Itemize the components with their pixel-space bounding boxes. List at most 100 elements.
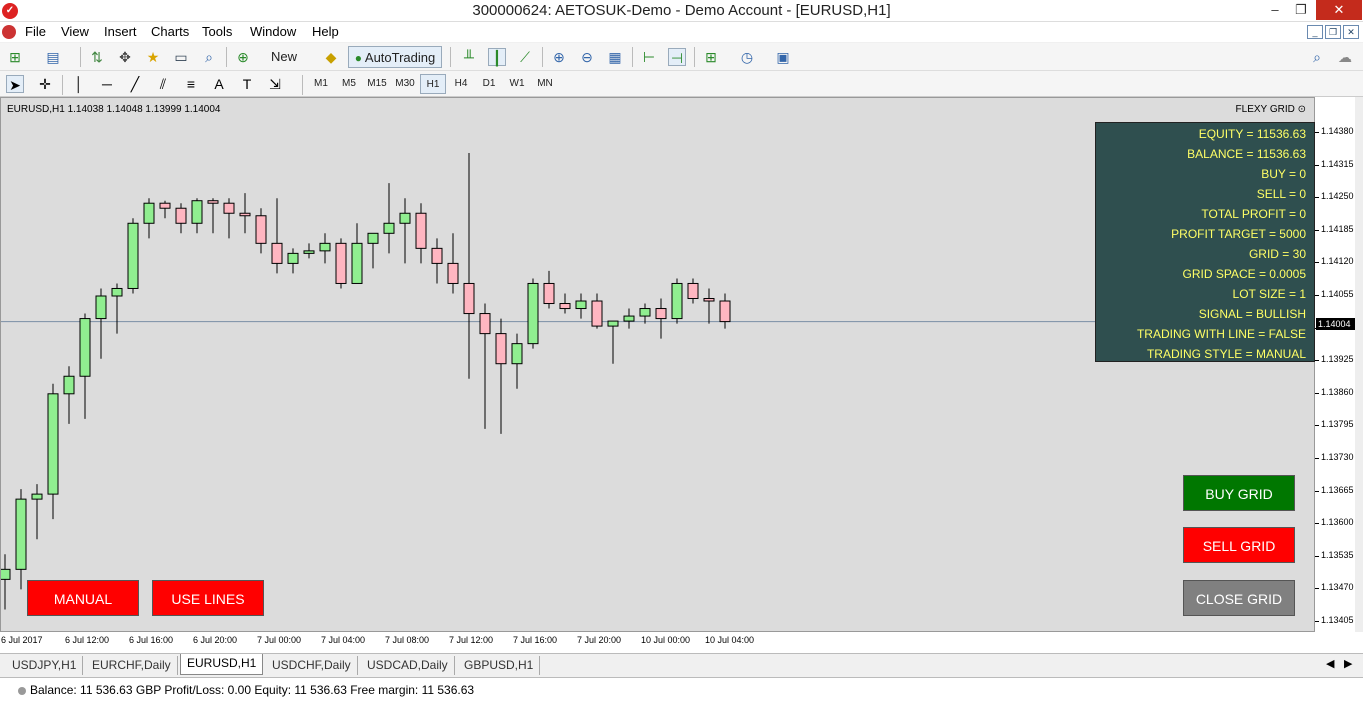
tab-scroll-right-icon[interactable]: ▶ [1344,657,1352,670]
close-icon[interactable]: ✕ [1316,0,1362,20]
menu-window[interactable]: Window [250,24,296,39]
y-tick-mark [1315,295,1319,296]
maximize-icon[interactable]: ❐ [1286,0,1316,20]
horizontal-line-icon[interactable]: ─ [98,75,116,93]
profiles-icon[interactable]: ▤ [44,48,62,66]
crosshair-icon[interactable]: ✛ [36,75,54,93]
timeframe-d1[interactable]: D1 [476,74,502,94]
tab-eurusd-h1[interactable]: EURUSD,H1 [180,654,264,675]
zoom-out-icon[interactable]: ⊖ [578,48,596,66]
current-price-label: 1.14004 [1316,318,1360,330]
menu-view[interactable]: View [61,24,89,39]
candle-body [623,315,635,322]
periods-icon[interactable]: ◷ [738,48,756,66]
templates-icon[interactable]: ▣ [774,48,792,66]
menu-help[interactable]: Help [312,24,339,39]
candle-body [511,343,523,365]
new-chart-icon[interactable]: ⊞ [6,48,24,66]
timeframe-m30[interactable]: M30 [392,74,418,94]
tab-usdchf-daily[interactable]: USDCHF,Daily [266,656,358,675]
candle-body [127,222,139,289]
drawing-toolbar: ➤ ✛ │ ─ ╱ ⫽ ≡ A T ⇲ M1 M5 M15 M30 H1 H4 … [0,71,1363,97]
close-grid-button[interactable]: CLOSE GRID [1183,580,1295,616]
mdi-close-icon[interactable]: ✕ [1343,25,1359,39]
y-tick-mark [1315,392,1319,394]
timeframe-w1[interactable]: W1 [504,74,530,94]
x-tick-label: 7 Jul 16:00 [513,635,558,645]
metaeditor-icon[interactable]: ◆ [322,48,340,66]
info-line: SIGNAL = BULLISH [1198,307,1306,321]
timeframe-h1[interactable]: H1 [420,74,446,94]
autotrading-label: AutoTrading [364,50,436,65]
arrows-icon[interactable]: ⇲ [266,75,284,93]
timeframe-mn[interactable]: MN [532,74,558,94]
timeframe-m1[interactable]: M1 [308,74,334,94]
fibonacci-icon[interactable]: ≡ [182,75,200,93]
autotrading-button[interactable]: ● AutoTrading [348,46,442,68]
buy-grid-button[interactable]: BUY GRID [1183,475,1295,511]
trendline-icon[interactable]: ╱ [126,75,144,93]
y-tick-mark [1315,197,1319,199]
candle-body [367,232,379,244]
tab-eurchf-daily[interactable]: EURCHF,Daily [86,656,178,675]
menu-charts[interactable]: Charts [151,24,189,39]
info-panel: EQUITY = 11536.63 BALANCE = 11536.63 BUY =… [1095,122,1315,362]
terminal-icon[interactable]: ▭ [172,48,190,66]
market-watch-icon[interactable]: ⇅ [88,48,106,66]
candle-body [607,320,619,327]
sell-grid-button[interactable]: SELL GRID [1183,527,1295,563]
candle-body [495,333,507,365]
equidistant-channel-icon[interactable]: ⫽ [154,75,172,93]
menu-bar: File View Insert Charts Tools Window Hel… [0,22,1363,42]
chart-area[interactable]: EURUSD,H1 1.14038 1.14048 1.13999 1.1400… [0,97,1315,632]
chat-icon[interactable]: ☁ [1336,48,1354,66]
mdi-restore-icon[interactable]: ❐ [1325,25,1341,39]
cursor-icon[interactable]: ➤ [6,75,24,93]
y-tick-mark [1315,132,1319,133]
tab-usdjpy-h1[interactable]: USDJPY,H1 [6,656,84,675]
menu-tools[interactable]: Tools [202,24,232,39]
tab-scroll-left-icon[interactable]: ◀ [1326,657,1334,670]
flexy-settings-icon[interactable]: ⊙ [1298,104,1306,115]
candle-body [399,212,411,224]
flexy-grid-label[interactable]: FLEXY GRID ⊙ [1236,104,1306,115]
search-icon[interactable]: ⌕ [1308,48,1326,66]
new-order-button[interactable]: New Order [254,46,314,86]
vertical-scrollbar[interactable] [1355,97,1363,632]
favorites-icon[interactable]: ★ [144,48,162,66]
info-line: TRADING WITH LINE = FALSE [1136,327,1306,341]
text-icon[interactable]: A [210,75,228,93]
menu-insert[interactable]: Insert [104,24,137,39]
timeframe-h4[interactable]: H4 [448,74,474,94]
info-line: TOTAL PROFIT = 0 [1201,207,1306,221]
strategy-tester-icon[interactable]: ⌕ [200,48,218,66]
manual-button[interactable]: MANUAL [27,580,139,616]
use-lines-button[interactable]: USE LINES [152,580,264,616]
x-tick-label: 6 Jul 2017 [1,635,43,645]
zoom-in-icon[interactable]: ⊕ [550,48,568,66]
candle-body [447,262,459,284]
candlestick-icon[interactable]: ┃ [488,48,506,66]
title-bar: ✓ 300000624: AETOSUK-Demo - Demo Account… [0,0,1363,22]
candle-body [431,247,443,264]
timeframe-m15[interactable]: M15 [364,74,390,94]
new-order-icon[interactable]: ⊕ [234,48,252,66]
line-chart-icon[interactable]: ⟋ [516,48,534,66]
indicators-icon[interactable]: ⊞ [702,48,720,66]
separator [450,47,451,67]
tile-windows-icon[interactable]: ▦ [606,48,624,66]
y-tick-label: 1.14185 [1321,223,1354,234]
autoscroll-icon[interactable]: ⊣ [668,48,686,66]
mdi-minimize-icon[interactable]: _ [1307,25,1323,39]
text-label-icon[interactable]: T [238,75,256,93]
chart-shift-icon[interactable]: ⊢ [640,48,658,66]
bar-chart-icon[interactable]: ╨ [460,48,478,66]
menu-file[interactable]: File [25,24,46,39]
tab-gbpusd-h1[interactable]: GBPUSD,H1 [458,656,541,675]
timeframe-m5[interactable]: M5 [336,74,362,94]
navigator-icon[interactable]: ✥ [116,48,134,66]
candle-body [383,222,395,234]
vertical-line-icon[interactable]: │ [70,75,88,93]
tab-usdcad-daily[interactable]: USDCAD,Daily [361,656,455,675]
info-line: SELL = 0 [1256,187,1306,201]
